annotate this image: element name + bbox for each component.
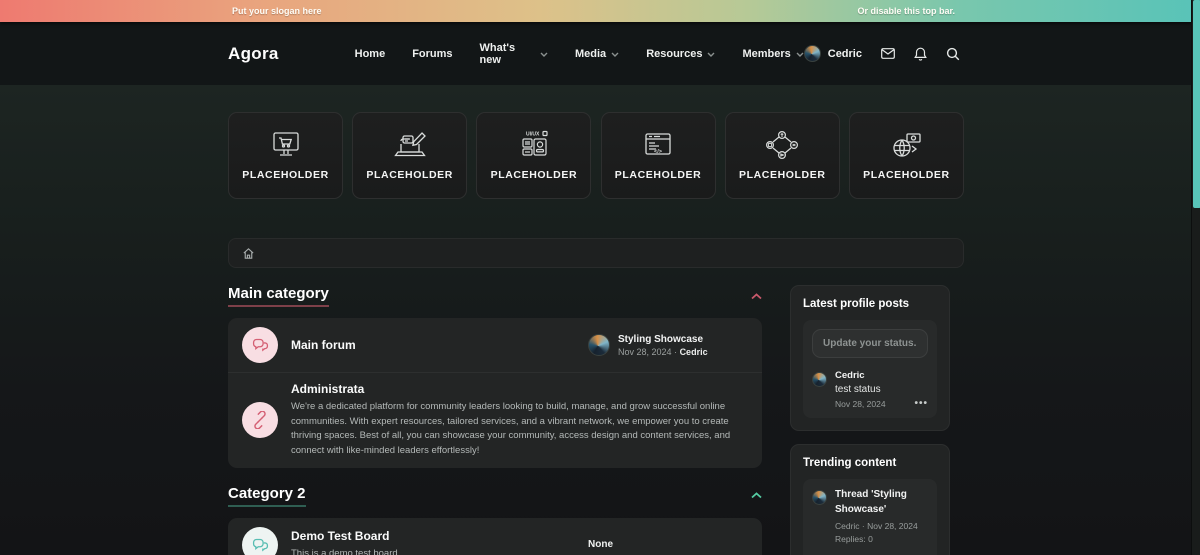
browser-code-icon: </> [640,130,676,160]
social-network-icon [765,130,799,160]
profile-post-text: test status [835,384,928,395]
chevron-down-icon [540,52,548,57]
nav-home[interactable]: Home [355,48,386,60]
category-panel-main: Main forum Styling Showcase Nov 28, 2024… [228,318,762,468]
widget-title: Latest profile posts [803,298,937,310]
latest-post-avatar[interactable] [588,334,610,356]
more-options-icon[interactable]: ••• [914,402,928,406]
nav-resources[interactable]: Resources [646,48,715,60]
feature-card-1[interactable]: PLACEHOLDER [228,112,343,199]
breadcrumb [228,238,964,268]
feature-cards-row: PLACEHOLDER PLACEHOLDER UI/UX [228,85,964,199]
category-header-2: Category 2 [228,485,762,507]
account-menu[interactable]: Cedric [804,45,862,62]
money-transfer-icon [888,130,924,160]
forum-name[interactable]: Demo Test Board [291,529,588,543]
profile-post-avatar[interactable] [812,372,827,387]
feature-card-5[interactable]: PLACEHOLDER [725,112,840,199]
sidebar: Latest profile posts Cedric test status … [790,285,950,555]
nav-whats-new[interactable]: What's new [480,42,548,66]
top-notice-bar: Put your slogan here Or disable this top… [0,0,1200,22]
user-name: Cedric [828,48,862,60]
search-icon[interactable] [946,47,960,61]
latest-post-author[interactable]: Cedric [680,347,708,357]
latest-post-title[interactable]: Styling Showcase [618,334,708,345]
category-header-main: Main category [228,285,762,307]
latest-post-meta: Nov 28, 2024 · Cedric [618,347,708,357]
mail-icon[interactable] [881,48,895,59]
chat-bubbles-icon [242,327,278,363]
forum-name[interactable]: Administrata [291,382,748,396]
nav-media[interactable]: Media [575,48,619,60]
chevron-down-icon [707,52,715,57]
feature-card-label: PLACEHOLDER [615,169,702,181]
topbar-right-note: Or disable this top bar. [857,6,955,16]
collapse-chevron-up-icon[interactable] [751,293,762,300]
feature-card-label: PLACEHOLDER [739,169,826,181]
nav-members[interactable]: Members [742,48,803,60]
link-icon [242,402,278,438]
chevron-down-icon [611,52,619,57]
user-avatar [804,45,821,62]
header-user-cluster: Cedric [804,45,960,62]
status-input[interactable] [812,329,928,358]
feature-card-2[interactable]: PLACEHOLDER [352,112,467,199]
nav-forums[interactable]: Forums [412,48,452,60]
uiux-wireframe-icon: UI/UX [516,130,552,160]
site-header: Agora Home Forums What's new Media Resou… [0,22,1200,85]
collapse-chevron-up-icon[interactable] [751,492,762,499]
trending-content-card: Trending content Thread 'Styling Showcas… [790,444,950,555]
trending-item-avatar[interactable] [812,490,827,505]
forum-description: This is a demo test board. [291,547,588,555]
profile-post-author[interactable]: Cedric [835,370,928,381]
forum-row-main-forum[interactable]: Main forum Styling Showcase Nov 28, 2024… [228,318,762,372]
feature-card-4[interactable]: </> PLACEHOLDER [601,112,716,199]
forum-row-administrata[interactable]: Administrata We're a dedicated platform … [228,372,762,468]
profile-post-date: Nov 28, 2024 [835,399,886,409]
page-scrollbar[interactable] [1191,0,1200,555]
page-body: PLACEHOLDER PLACEHOLDER UI/UX [0,85,1200,555]
laptop-write-icon [392,130,428,160]
trending-item-1: Thread 'Styling Showcase' Cedric · Nov 2… [812,488,928,546]
trending-item-meta: Cedric · Nov 28, 2024 Replies: 0 [835,520,928,546]
category-title: Category 2 [228,485,306,507]
feature-card-3[interactable]: UI/UX PLACEHOLDER [476,112,591,199]
category-panel-2: Demo Test Board This is a demo test boar… [228,518,762,555]
widget-title: Trending content [803,457,937,469]
feature-card-label: PLACEHOLDER [491,169,578,181]
forum-name[interactable]: Main forum [291,338,588,352]
category-title: Main category [228,285,329,307]
feature-card-label: PLACEHOLDER [863,169,950,181]
latest-post: Styling Showcase Nov 28, 2024 · Cedric [588,334,708,357]
forum-description: We're a dedicated platform for community… [291,400,748,459]
latest-profile-posts-card: Latest profile posts Cedric test status … [790,285,950,431]
scrollbar-thumb[interactable] [1193,0,1200,208]
site-logo[interactable]: Agora [228,44,279,64]
forum-list: Main category Main [228,285,762,555]
bell-icon[interactable] [914,47,927,61]
feature-card-6[interactable]: PLACEHOLDER [849,112,964,199]
home-icon[interactable] [242,247,255,260]
svg-text:</>: </> [654,149,662,155]
main-nav: Home Forums What's new Media Resources M… [355,42,804,66]
chevron-down-icon [796,52,804,57]
monitor-cart-icon [268,130,304,160]
trending-item-title[interactable]: Thread 'Styling Showcase' [835,488,928,517]
feature-card-label: PLACEHOLDER [366,169,453,181]
chat-bubbles-icon [242,527,278,555]
forum-stats: None [588,539,613,550]
feature-card-label: PLACEHOLDER [242,169,329,181]
forum-row-demo-board-1[interactable]: Demo Test Board This is a demo test boar… [228,518,762,555]
profile-post: Cedric test status Nov 28, 2024 ••• [812,368,928,409]
svg-text:UI/UX: UI/UX [526,132,540,138]
slogan-text: Put your slogan here [232,6,322,16]
